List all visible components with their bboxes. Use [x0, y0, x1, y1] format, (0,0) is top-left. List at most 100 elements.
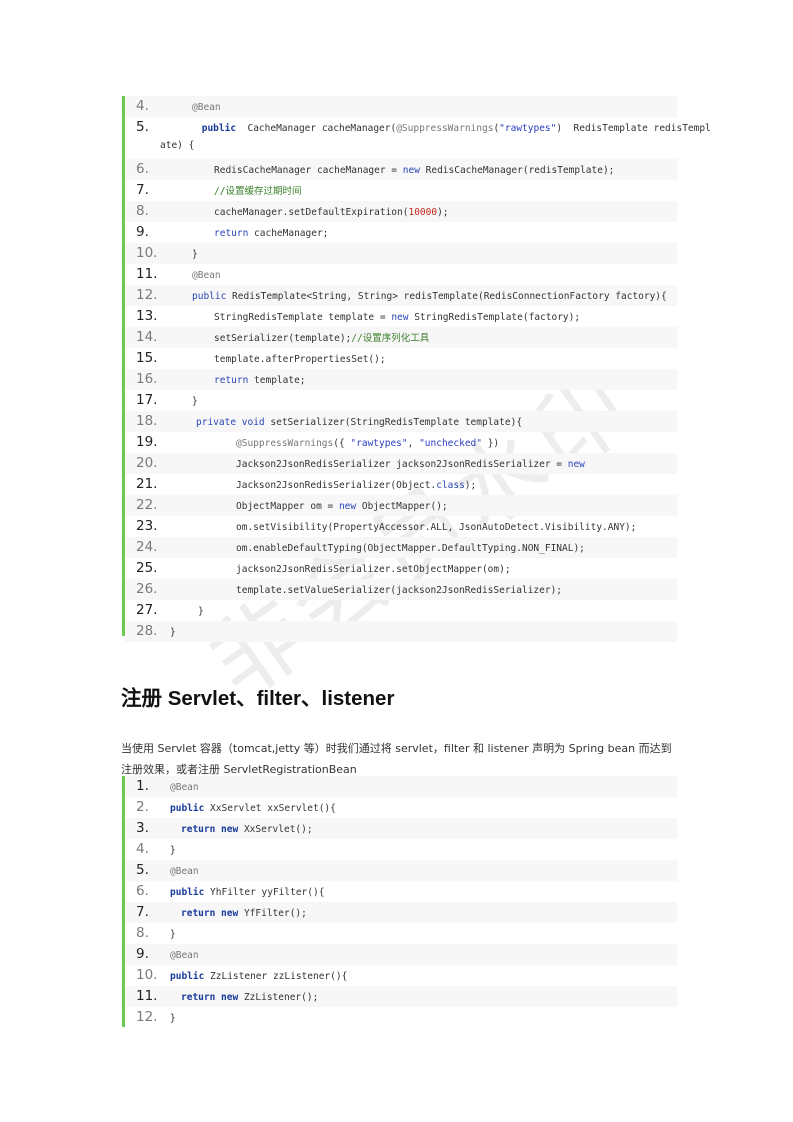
- code-token: XxServlet();: [238, 824, 313, 835]
- section-paragraph: 当使用 Servlet 容器（tomcat,jetty 等）时我们通过将 ser…: [121, 742, 672, 776]
- code-text: om.enableDefaultTyping(ObjectMapper.Defa…: [236, 542, 585, 556]
- code-text-continuation: ate) {: [160, 140, 195, 151]
- code-text: public RedisTemplate<String, String> red…: [192, 290, 667, 304]
- code-token: }: [198, 606, 204, 617]
- line-number: 23.: [136, 518, 158, 534]
- code-line: 6. public YhFilter yyFilter(){: [125, 881, 677, 902]
- code-text: public XxServlet xxServlet(){: [170, 802, 336, 816]
- code-text: setSerializer(template);//设置序列化工具: [214, 332, 429, 346]
- code-token: Jackson2JsonRedisSerializer jackson2Json…: [236, 459, 568, 470]
- line-number: 10.: [136, 245, 158, 261]
- code-token: new: [567, 459, 585, 470]
- code-text: @Bean: [192, 101, 221, 115]
- code-line: 8.}: [125, 923, 677, 944]
- code-text: RedisCacheManager cacheManager = new Red…: [214, 164, 614, 178]
- code-line: 18. private void setSerializer(StringRedi…: [125, 411, 677, 432]
- line-number: 20.: [136, 455, 158, 471]
- code-block-cache-redis: 4. @Bean 5. public CacheManager cacheManag…: [122, 96, 711, 642]
- code-token: new: [215, 908, 239, 919]
- line-number: 25.: [136, 560, 158, 576]
- code-token: void: [236, 417, 265, 428]
- code-token: }: [170, 845, 176, 856]
- code-token: public: [170, 887, 205, 898]
- code-token: template.afterPropertiesSet();: [214, 354, 386, 365]
- code-token: @SuppressWarnings: [236, 438, 334, 449]
- code-token: }: [170, 929, 176, 940]
- code-token: jackson2JsonRedisSerializer.setObjectMap…: [236, 564, 511, 575]
- code-text: ObjectMapper om = new ObjectMapper();: [236, 500, 448, 514]
- line-number: 2.: [136, 799, 149, 815]
- code-line: 14. setSerializer(template);//设置序列化工具: [125, 327, 677, 348]
- code-token: new: [391, 312, 409, 323]
- code-block-servlet-registration: 1. @Bean 2. public XxServlet xxServlet(){ 3.…: [122, 776, 677, 1027]
- line-number: 17.: [136, 392, 158, 408]
- code-line: 25. jackson2JsonRedisSerializer.setObject…: [125, 558, 677, 579]
- code-token: return: [214, 375, 249, 386]
- code-text: return template;: [214, 374, 306, 388]
- code-text: return cacheManager;: [214, 227, 328, 241]
- code-token: );: [464, 480, 477, 491]
- code-line: 19. @SuppressWarnings({ "rawtypes", "unch…: [125, 432, 677, 453]
- code-line: 5. public CacheManager cacheManager(@Sup…: [125, 117, 711, 153]
- code-token: new: [215, 824, 239, 835]
- code-token: ZzListener();: [238, 992, 319, 1003]
- code-token: ) RedisTemplate redisTempl: [556, 123, 711, 134]
- code-token: ZzListener zzListener(){: [204, 971, 348, 982]
- line-number: 13.: [136, 308, 158, 324]
- code-token: "rawtypes": [350, 438, 408, 449]
- code-token: return: [214, 228, 249, 239]
- code-text: //设置缓存过期时间: [214, 185, 301, 199]
- code-text: om.setVisibility(PropertyAccessor.ALL, J…: [236, 521, 636, 535]
- code-text: StringRedisTemplate template = new Strin…: [214, 311, 580, 325]
- line-number: 5.: [136, 862, 149, 878]
- code-token: StringRedisTemplate(factory);: [408, 312, 581, 323]
- line-number: 16.: [136, 371, 158, 387]
- code-text: }: [170, 928, 176, 942]
- line-number: 14.: [136, 329, 158, 345]
- code-token: return: [181, 992, 216, 1003]
- code-token: template;: [248, 375, 306, 386]
- code-text: Jackson2JsonRedisSerializer jackson2Json…: [236, 458, 585, 472]
- line-number: 8.: [136, 925, 149, 941]
- code-line: 17.}: [125, 390, 677, 411]
- code-line: 13. StringRedisTemplate template = new St…: [125, 306, 677, 327]
- code-line: 12.}: [125, 1007, 677, 1028]
- line-number: 6.: [136, 883, 149, 899]
- line-number: 18.: [136, 413, 158, 429]
- line-number: 11.: [136, 988, 158, 1004]
- code-token: RedisTemplate<String, String> redisTempl…: [226, 291, 667, 302]
- code-line: 9. return cacheManager;: [125, 222, 677, 243]
- code-token: 10000: [408, 207, 438, 218]
- code-line: 26. template.setValueSerializer(jackson2J…: [125, 579, 677, 600]
- line-number: 19.: [136, 434, 158, 450]
- code-text: }: [170, 1012, 176, 1026]
- code-line: 3. return new XxServlet();: [125, 818, 677, 839]
- code-line: 20. Jackson2JsonRedisSerializer jackson2J…: [125, 453, 677, 474]
- code-token: }: [170, 627, 176, 638]
- code-token: @Bean: [192, 270, 221, 281]
- code-text: @Bean: [192, 269, 221, 283]
- code-token: new: [402, 165, 420, 176]
- code-text: }: [170, 626, 176, 640]
- code-token: public: [192, 291, 227, 302]
- line-number: 6.: [136, 161, 149, 177]
- line-number: 24.: [136, 539, 158, 555]
- code-text: jackson2JsonRedisSerializer.setObjectMap…: [236, 563, 511, 577]
- code-text: Jackson2JsonRedisSerializer(Object.class…: [236, 479, 476, 493]
- line-number: 5.: [136, 119, 149, 135]
- code-text: @Bean: [170, 949, 199, 963]
- code-token: return: [181, 908, 216, 919]
- code-text: @Bean: [170, 865, 199, 879]
- code-text: public ZzListener zzListener(){: [170, 970, 347, 984]
- line-number: 12.: [136, 287, 158, 303]
- code-token: @SuppressWarnings: [396, 123, 494, 134]
- code-line: 22. ObjectMapper om = new ObjectMapper();: [125, 495, 677, 516]
- line-number: 3.: [136, 820, 149, 836]
- code-line: 9. @Bean: [125, 944, 677, 965]
- code-line: 15. template.afterPropertiesSet();: [125, 348, 677, 369]
- code-token: ,: [407, 438, 420, 449]
- code-line: 27.}: [125, 600, 677, 621]
- code-line: 1. @Bean: [125, 776, 677, 797]
- line-number: 8.: [136, 203, 149, 219]
- code-token: @Bean: [192, 102, 221, 113]
